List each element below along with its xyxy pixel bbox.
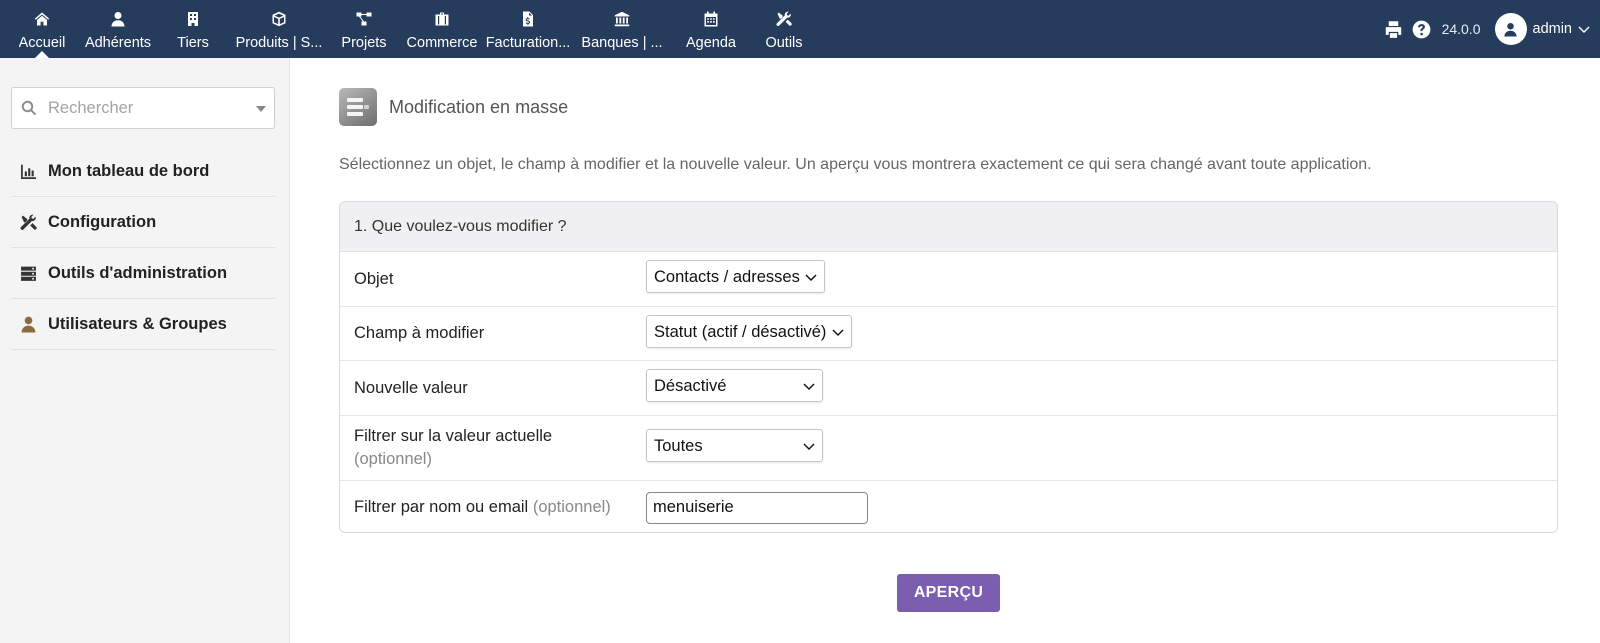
sidebar-item-label: Configuration: [48, 212, 157, 231]
select-value: Contacts / adresses: [654, 268, 800, 286]
field-label: Filtrer par nom ou email: [354, 498, 529, 516]
form-row-filter-current: Filtrer sur la valeur actuelle (optionne…: [340, 416, 1557, 481]
field-label: Champ à modifier: [354, 324, 485, 342]
search-input[interactable]: [48, 96, 248, 120]
server-icon: [19, 264, 37, 282]
home-icon: [34, 12, 50, 26]
nav-item-home[interactable]: Accueil: [0, 0, 84, 58]
select-value: Statut (actif / désactivé): [654, 322, 827, 341]
nav-item-label: Projets: [341, 35, 387, 51]
username[interactable]: admin: [1533, 21, 1573, 37]
chevron-down-icon: [803, 440, 815, 452]
optional-hint: (optionnel): [532, 498, 611, 516]
form-row-filter-name: Filtrer par nom ou email (optionnel): [340, 481, 1557, 532]
sidebar-item-label: Mon tableau de bord: [48, 161, 210, 180]
form-section-title: 1. Que voulez-vous modifier ?: [340, 202, 1557, 252]
nav-item-products[interactable]: Produits | S...: [234, 0, 324, 58]
mass-edit-icon: [339, 88, 377, 126]
form-row-object: Objet Contacts / adresses: [340, 252, 1557, 307]
top-right-tools: 24.0.0 admin: [1376, 0, 1590, 58]
nav-item-thirdparties[interactable]: Tiers: [152, 0, 234, 58]
nav-item-label: Accueil: [18, 35, 66, 51]
field-label: Filtrer sur la valeur actuelle: [354, 427, 553, 445]
nav-item-label: Facturation...: [485, 35, 571, 51]
avatar[interactable]: [1494, 13, 1527, 45]
field-label: Nouvelle valeur: [354, 378, 468, 397]
briefcase-icon: [435, 12, 449, 26]
user-icon: [19, 315, 37, 333]
nav-item-label: Tiers: [177, 35, 209, 51]
field-label-group: Filtrer par nom ou email (optionnel): [340, 496, 646, 519]
sidebar-item-admin-tools[interactable]: Outils d'administration: [11, 248, 275, 299]
nav-item-banks[interactable]: Banques | ...: [576, 0, 668, 58]
nav-item-label: Agenda: [686, 35, 736, 51]
nav-item-label: Adhérents: [84, 35, 152, 51]
field-select[interactable]: Statut (actif / désactivé): [646, 314, 852, 348]
main-content: Modification en masse Sélectionnez un ob…: [339, 58, 1561, 643]
bank-icon: [614, 11, 630, 27]
select-value: Toutes: [654, 437, 703, 455]
search-box: [11, 87, 275, 129]
left-sidebar: Mon tableau de bord Configuration Outils…: [0, 58, 290, 643]
cube-icon: [272, 11, 286, 27]
help-button[interactable]: [1412, 19, 1432, 39]
sidebar-item-label: Utilisateurs & Groupes: [48, 314, 227, 333]
nav-item-label: Outils: [765, 35, 803, 51]
filter-current-select[interactable]: Toutes: [646, 429, 823, 462]
invoice-icon: [523, 11, 533, 27]
version-label: 24.0.0: [1441, 21, 1481, 37]
sidebar-item-configuration[interactable]: Configuration: [11, 197, 275, 248]
nav-item-label: Commerce: [406, 35, 478, 51]
nav-item-projects[interactable]: Projets: [324, 0, 404, 58]
chevron-down-icon: [803, 380, 815, 392]
form-row-new-value: Nouvelle valeur Désactivé: [340, 361, 1557, 416]
object-select[interactable]: Contacts / adresses: [646, 260, 825, 293]
chart-bar-icon: [19, 162, 37, 180]
nav-item-label: Banques | ...: [581, 35, 663, 51]
user-icon: [1504, 22, 1517, 37]
form-row-field: Champ à modifier Statut (actif / désacti…: [340, 307, 1557, 361]
main-menu: Accueil Adhérents Tiers Produits | S... …: [0, 0, 814, 58]
new-value-select[interactable]: Désactivé: [646, 369, 823, 402]
nav-item-members[interactable]: Adhérents: [84, 0, 152, 58]
search-dropdown-caret-icon[interactable]: [256, 106, 266, 112]
print-button[interactable]: [1384, 19, 1404, 39]
nav-item-commerce[interactable]: Commerce: [404, 0, 480, 58]
chevron-down-icon: [832, 326, 844, 338]
top-navigation-bar: Accueil Adhérents Tiers Produits | S... …: [0, 0, 1600, 58]
search-icon: [21, 100, 37, 116]
mass-edit-form: 1. Que voulez-vous modifier ? Objet Cont…: [339, 201, 1558, 533]
preview-button[interactable]: APERÇU: [897, 574, 1000, 612]
page-header: Modification en masse: [339, 88, 568, 126]
tools-icon: [776, 11, 792, 26]
sidebar-item-users-groups[interactable]: Utilisateurs & Groupes: [11, 299, 275, 350]
nav-item-agenda[interactable]: Agenda: [668, 0, 754, 58]
sidebar-item-dashboard[interactable]: Mon tableau de bord: [11, 146, 275, 197]
nav-item-billing[interactable]: Facturation...: [480, 0, 576, 58]
page-description: Sélectionnez un objet, le champ à modifi…: [339, 156, 1372, 173]
sidebar-menu: Mon tableau de bord Configuration Outils…: [11, 146, 275, 350]
project-diagram-icon: [356, 12, 372, 26]
sidebar-item-label: Outils d'administration: [48, 263, 228, 282]
print-icon: [1385, 20, 1402, 38]
field-label: Objet: [354, 269, 394, 288]
optional-hint: (optionnel): [354, 450, 432, 468]
tools-icon: [19, 213, 37, 231]
select-value: Désactivé: [654, 377, 727, 395]
field-label-group: Filtrer sur la valeur actuelle (optionne…: [340, 425, 646, 471]
chevron-down-icon[interactable]: [1578, 23, 1590, 35]
form-actions: APERÇU: [897, 574, 1000, 612]
nav-item-label: Produits | S...: [235, 35, 323, 51]
building-icon: [188, 12, 198, 26]
filter-name-input[interactable]: [646, 491, 868, 524]
chevron-down-icon: [805, 271, 817, 283]
page-title: Modification en masse: [389, 96, 569, 117]
calendar-icon: [704, 11, 718, 27]
user-icon: [111, 12, 125, 27]
help-icon: [1412, 20, 1431, 38]
nav-item-tools[interactable]: Outils: [754, 0, 814, 58]
